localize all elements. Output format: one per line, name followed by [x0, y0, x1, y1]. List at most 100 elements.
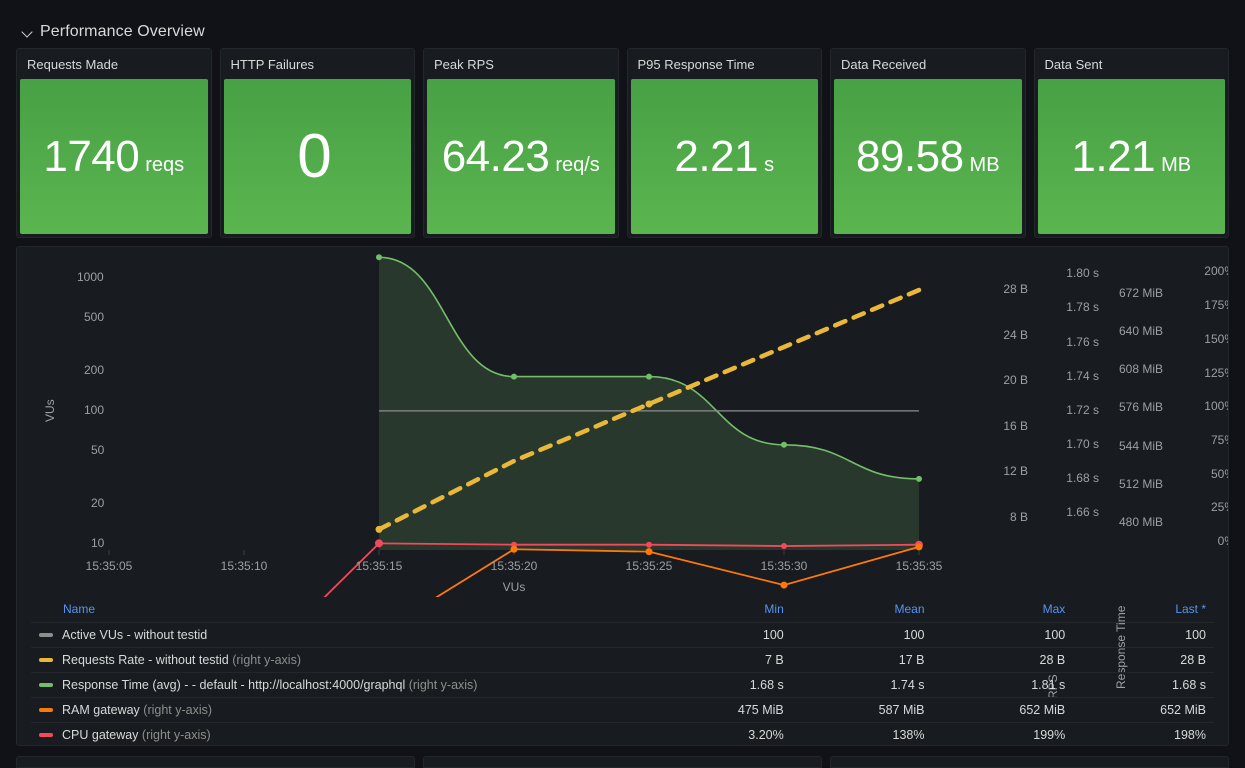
cpu-axis-tick: 25% [1210, 500, 1228, 515]
legend-col-last[interactable]: Last * [1073, 597, 1214, 623]
legend-value-min: 7 B [651, 647, 792, 673]
stat-unit: s [764, 153, 775, 176]
legend-value-max: 28 B [932, 647, 1074, 673]
legend-value-mean: 138% [791, 722, 933, 745]
stat-panel-data-sent[interactable]: Data Sent 1.21 MB [1033, 48, 1229, 238]
next-row-panels [0, 756, 1245, 768]
plot-area[interactable]: 10 20 50 100 200 500 1000 VUs 8 B 12 B 16 B 20 B 24 … [17, 247, 1228, 699]
series-label: Response Time (avg) - - default - http:/… [62, 678, 478, 692]
ram-axis-tick: 512 MiB [1118, 476, 1163, 491]
legend-row[interactable]: Active VUs - without testid 100 100 100 100 [31, 622, 1214, 648]
vus-axis-tick: 50 [91, 442, 105, 457]
legend-row[interactable]: Response Time (avg) - - default - http:/… [31, 672, 1214, 698]
stat-panel-data-received[interactable]: Data Received 89.58 MB [830, 48, 1026, 238]
series-axis-note: (right y-axis) [232, 653, 301, 667]
chevron-down-icon[interactable] [22, 26, 34, 38]
series-point-ram-gateway [915, 543, 923, 551]
legend-series-name[interactable]: CPU gateway (right y-axis) [31, 722, 651, 745]
legend-value-max: 1.81 s [932, 672, 1074, 698]
vus-axis-tick: 20 [91, 495, 105, 510]
row-title: Performance Overview [40, 23, 205, 40]
cpu-axis-tick: 50% [1210, 466, 1228, 481]
ram-axis-tick: 480 MiB [1118, 515, 1163, 529]
series-point-response-time [916, 475, 922, 482]
legend-col-max[interactable]: Max [932, 597, 1074, 623]
x-axis-title: VUs [502, 580, 526, 594]
vus-axis-tick: 10 [91, 535, 105, 550]
row-header[interactable]: Performance Overview [0, 0, 1245, 48]
series-color-swatch[interactable] [39, 683, 53, 687]
response_time-axis-tick: 1.76 s [1066, 334, 1099, 349]
cpu-axis-tick: 150% [1204, 331, 1228, 346]
legend-value-last: 28 B [1073, 647, 1214, 673]
legend-value-last: 1.68 s [1073, 672, 1214, 698]
legend-row[interactable]: Requests Rate - without testid (right y-… [31, 647, 1214, 673]
stat-panel-peak-rps[interactable]: Peak RPS 64.23 req/s [423, 48, 619, 238]
x-axis-tick: 15:35:25 [625, 559, 673, 573]
series-color-swatch[interactable] [39, 633, 53, 637]
legend-series-name[interactable]: Active VUs - without testid [31, 622, 651, 648]
ram-axis-tick: 640 MiB [1118, 324, 1163, 338]
series-point-ram-gateway [780, 581, 788, 589]
legend-col-min[interactable]: Min [651, 597, 792, 623]
stat-unit: MB [1161, 153, 1192, 176]
legend-col-name[interactable]: Name [31, 597, 651, 623]
rps-axis-tick: 8 B [1009, 510, 1028, 524]
series-point-response-time [781, 441, 787, 448]
legend-series-name[interactable]: Requests Rate - without testid (right y-… [31, 647, 651, 673]
stat-panel-body: 1740 reqs [20, 79, 208, 234]
cpu-axis-tick: 0% [1217, 534, 1228, 548]
vus-axis-tick: 500 [84, 309, 105, 324]
stat-value: 1740 [43, 131, 140, 181]
response_time-axis-tick: 1.70 s [1066, 436, 1099, 451]
rps-axis-tick: 24 B [1003, 327, 1028, 342]
legend-value-last: 100 [1073, 622, 1214, 648]
series-axis-note: (right y-axis) [408, 678, 478, 692]
legend-value-min: 1.68 s [651, 672, 792, 698]
x-axis-tick: 15:35:10 [220, 559, 268, 573]
stat-panel-requests-made[interactable]: Requests Made 1740 reqs [16, 48, 212, 238]
rps-axis-tick: 12 B [1003, 464, 1028, 479]
x-axis-tick: 15:35:30 [760, 559, 808, 573]
panel-peek[interactable] [830, 756, 1229, 768]
rps-axis-tick: 20 B [1003, 373, 1028, 388]
legend-table-wrap: Name Min Mean Max Last * Active VUs - wi… [17, 597, 1228, 745]
stat-value: 2.21 [674, 131, 759, 181]
ram-axis-tick: 544 MiB [1118, 438, 1163, 453]
x-axis-tick: 15:35:05 [85, 559, 133, 573]
response_time-axis-tick: 1.68 s [1066, 470, 1099, 485]
panel-peek[interactable] [423, 756, 822, 768]
response_time-axis-tick: 1.74 s [1066, 368, 1099, 383]
series-label: RAM gateway (right y-axis) [62, 703, 213, 717]
panel-peek[interactable] [16, 756, 415, 768]
series-color-swatch[interactable] [39, 708, 53, 712]
series-point-cpu-gateway [646, 541, 652, 548]
x-axis-tick: 15:35:35 [895, 559, 943, 573]
ram-axis-tick: 608 MiB [1118, 362, 1163, 377]
stat-panel-title: Peak RPS [434, 56, 494, 72]
timeseries-panel[interactable]: 10 20 50 100 200 500 1000 VUs 8 B 12 B 16 B 20 B 24 … [16, 246, 1229, 746]
stat-panel-title: HTTP Failures [230, 56, 315, 72]
series-point-ram-gateway [510, 545, 518, 553]
series-point-response-time [511, 373, 517, 380]
legend-col-mean[interactable]: Mean [791, 597, 933, 623]
legend-series-name[interactable]: RAM gateway (right y-axis) [31, 697, 651, 723]
stat-panel-p95-response-time[interactable]: P95 Response Time 2.21 s [626, 48, 822, 238]
series-point-response-time [376, 254, 382, 261]
series-color-swatch[interactable] [39, 658, 53, 662]
legend-row[interactable]: CPU gateway (right y-axis) 3.20% 138% 199% 1… [31, 722, 1214, 745]
cpu-axis-tick: 175% [1204, 298, 1228, 313]
stat-panel-body: 2.21 s [630, 79, 818, 234]
cpu-axis-tick: 75% [1210, 432, 1228, 447]
vus-axis-tick: 1000 [77, 269, 104, 284]
legend-series-name[interactable]: Response Time (avg) - - default - http:/… [31, 672, 651, 698]
ram-axis-tick: 576 MiB [1118, 400, 1163, 415]
stat-panel-http-failures[interactable]: HTTP Failures 0 [219, 48, 415, 238]
legend-value-last: 198% [1073, 722, 1214, 745]
legend-table: Name Min Mean Max Last * Active VUs - wi… [31, 597, 1214, 745]
stat-panel-body: 89.58 MB [834, 79, 1022, 234]
series-label: Requests Rate - without testid (right y-… [62, 653, 301, 667]
legend-row[interactable]: RAM gateway (right y-axis) 475 MiB 587 MiB… [31, 697, 1214, 723]
series-color-swatch[interactable] [39, 733, 53, 737]
vus-axis-tick: 100 [84, 402, 105, 417]
